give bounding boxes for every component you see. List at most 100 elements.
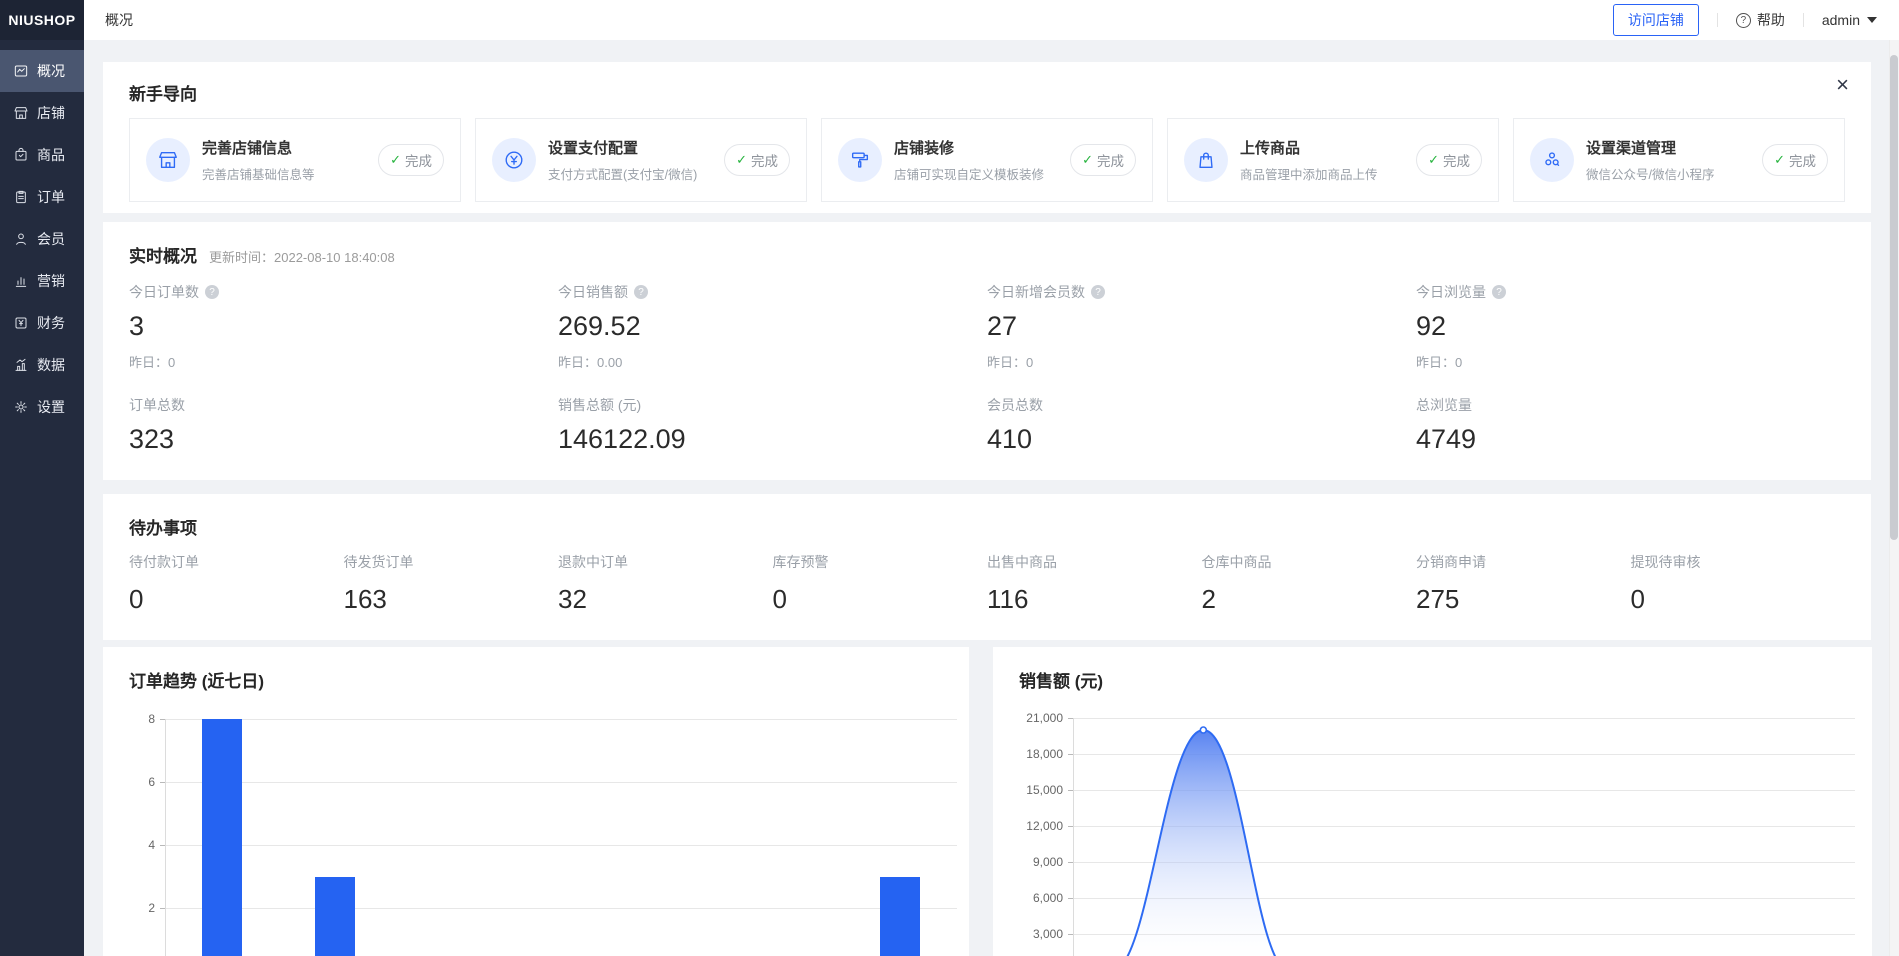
- username: admin: [1822, 12, 1860, 28]
- guide-card-title: 设置渠道管理: [1586, 137, 1714, 158]
- members-icon: [13, 231, 29, 247]
- guide-card-desc: 完善店铺基础信息等: [202, 164, 315, 183]
- today-stat: 今日新增会员数?27昨日：0: [987, 282, 1416, 371]
- stat-label: 今日销售额?: [558, 282, 987, 302]
- user-menu[interactable]: admin: [1822, 12, 1877, 28]
- todo-value[interactable]: 116: [987, 584, 1202, 615]
- check-icon: ✓: [1428, 152, 1439, 168]
- todo-value[interactable]: 2: [1202, 584, 1417, 615]
- guide-card-4[interactable]: 上传商品商品管理中添加商品上传✓完成: [1167, 118, 1499, 202]
- stat-label: 订单总数: [129, 395, 558, 415]
- sidebar-item-label: 营销: [37, 271, 65, 291]
- todo-items: 待付款订单0待发货订单163退款中订单32库存预警0出售中商品116仓库中商品2…: [129, 552, 1845, 615]
- y-tick-label: 2: [103, 901, 155, 915]
- help-label: 帮助: [1757, 10, 1785, 30]
- scrollbar-thumb[interactable]: [1890, 55, 1898, 540]
- done-label: 完成: [405, 150, 432, 170]
- done-label: 完成: [1097, 150, 1124, 170]
- sidebar-item-settings[interactable]: 设置: [0, 386, 84, 428]
- todo-panel: 待办事项 待付款订单0待发货订单163退款中订单32库存预警0出售中商品116仓…: [103, 494, 1871, 640]
- visit-shop-button[interactable]: 访问店铺: [1613, 4, 1699, 36]
- guide-card-1[interactable]: 完善店铺信息完善店铺基础信息等✓完成: [129, 118, 461, 202]
- todo-label: 待付款订单: [129, 552, 344, 572]
- newbie-guide-panel: 新手导向 × 完善店铺信息完善店铺基础信息等✓完成设置支付配置支付方式配置(支付…: [103, 62, 1871, 213]
- sidebar-item-goods[interactable]: 商品: [0, 134, 84, 176]
- data-icon: [13, 357, 29, 373]
- main-content: 新手导向 × 完善店铺信息完善店铺基础信息等✓完成设置支付配置支付方式配置(支付…: [84, 40, 1889, 956]
- update-time: 更新时间：2022-08-10 18:40:08: [209, 247, 395, 266]
- order-trend-chart-card: 订单趋势 (近七日) 8642: [103, 647, 969, 956]
- check-icon: ✓: [1774, 152, 1785, 168]
- y-tick-label: 15,000: [993, 783, 1063, 797]
- channel-icon: [1530, 138, 1574, 182]
- realtime-panel: 实时概况 更新时间：2022-08-10 18:40:08 今日订单数?3昨日：…: [103, 222, 1871, 480]
- todo-value[interactable]: 163: [344, 584, 559, 615]
- total-stat: 会员总数410: [987, 395, 1416, 455]
- sidebar-item-label: 概况: [37, 61, 65, 81]
- close-icon[interactable]: ×: [1836, 74, 1849, 96]
- stat-value: 410: [987, 424, 1416, 455]
- stat-label: 今日新增会员数?: [987, 282, 1416, 302]
- guide-card-5[interactable]: 设置渠道管理微信公众号/微信小程序 ✓完成: [1513, 118, 1845, 202]
- todo-label: 分销商申请: [1416, 552, 1631, 572]
- stat-value: 269.52: [558, 311, 987, 342]
- todo-value[interactable]: 0: [1631, 584, 1846, 615]
- sidebar-item-members[interactable]: 会员: [0, 218, 84, 260]
- paint-roller-icon: [838, 138, 882, 182]
- today-stat: 今日浏览量?92昨日：0: [1416, 282, 1845, 371]
- orders-icon: [13, 189, 29, 205]
- y-tick-label: 18,000: [993, 747, 1063, 761]
- todo-item: 分销商申请 275: [1416, 552, 1631, 615]
- gridline: [165, 845, 957, 846]
- goods-icon: [13, 147, 29, 163]
- overview-icon: [13, 63, 29, 79]
- realtime-title: 实时概况: [129, 242, 197, 267]
- marketing-icon: [13, 273, 29, 289]
- done-badge: ✓完成: [1762, 144, 1828, 176]
- bar-day-2: [315, 877, 355, 956]
- sidebar-item-finance[interactable]: 财务: [0, 302, 84, 344]
- today-stats: 今日订单数?3昨日：0今日销售额?269.52昨日：0.00今日新增会员数?27…: [129, 282, 1845, 371]
- sidebar-item-marketing[interactable]: 营销: [0, 260, 84, 302]
- sidebar-item-shop[interactable]: 店铺: [0, 92, 84, 134]
- done-label: 完成: [1443, 150, 1470, 170]
- todo-label: 提现待审核: [1631, 552, 1846, 572]
- todo-value[interactable]: 32: [558, 584, 773, 615]
- todo-item: 库存预警0: [773, 552, 988, 615]
- bar-day-1: [202, 719, 242, 956]
- stat-label: 销售总额 (元): [558, 395, 987, 415]
- stat-value: 3: [129, 311, 558, 342]
- help-icon[interactable]: ?: [1091, 285, 1105, 299]
- todo-value[interactable]: 275: [1416, 584, 1631, 615]
- sales-chart-card: 销售额 (元) 21,00018,00015,00012,0009,0006,0…: [993, 647, 1872, 956]
- todo-item: 待付款订单 0: [129, 552, 344, 615]
- sidebar-item-label: 数据: [37, 355, 65, 375]
- help-icon[interactable]: ?: [634, 285, 648, 299]
- sidebar-item-label: 商品: [37, 145, 65, 165]
- order-chart-title: 订单趋势 (近七日): [129, 667, 264, 692]
- y-tick-label: 6: [103, 775, 155, 789]
- sidebar-menu: 概况店铺商品订单会员营销财务数据设置: [0, 50, 84, 428]
- guide-card-3[interactable]: 店铺装修店铺可实现自定义模板装修✓完成: [821, 118, 1153, 202]
- sidebar-item-data[interactable]: 数据: [0, 344, 84, 386]
- stat-label: 今日浏览量?: [1416, 282, 1845, 302]
- guide-card-2[interactable]: 设置支付配置支付方式配置(支付宝/微信)✓完成: [475, 118, 807, 202]
- todo-value[interactable]: 0: [773, 584, 988, 615]
- help-icon[interactable]: ?: [205, 285, 219, 299]
- sidebar-item-orders[interactable]: 订单: [0, 176, 84, 218]
- sidebar-item-overview[interactable]: 概况: [0, 50, 84, 92]
- help-link[interactable]: ? 帮助: [1736, 10, 1785, 30]
- done-label: 完成: [751, 150, 778, 170]
- guide-card-text: 设置渠道管理微信公众号/微信小程序: [1586, 137, 1714, 183]
- help-icon[interactable]: ?: [1492, 285, 1506, 299]
- done-badge: ✓完成: [1416, 144, 1482, 176]
- gridline: [165, 908, 957, 909]
- y-tick-label: 12,000: [993, 819, 1063, 833]
- guide-card-title: 店铺装修: [894, 137, 1044, 158]
- todo-value[interactable]: 0: [129, 584, 344, 615]
- topbar-right: 访问店铺 ? 帮助 admin: [1613, 4, 1877, 36]
- stat-prev: 昨日：0: [129, 352, 558, 371]
- check-icon: ✓: [736, 152, 747, 168]
- guide-card-text: 店铺装修店铺可实现自定义模板装修: [894, 137, 1044, 183]
- todo-item: 提现待审核 0: [1631, 552, 1846, 615]
